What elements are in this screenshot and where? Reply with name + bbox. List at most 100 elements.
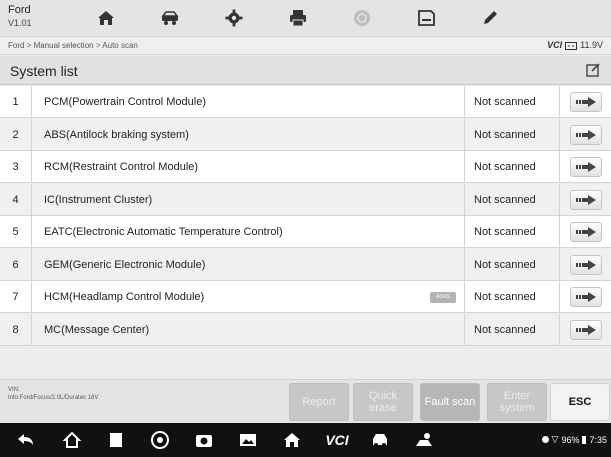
status-cell: Not scanned: [464, 183, 560, 216]
enter-system-arrow-button[interactable]: [570, 124, 602, 145]
system-row[interactable]: 2 ABS(Antilock braking system) Not scanned: [0, 118, 611, 151]
vci-label: VCI: [547, 40, 563, 50]
enter-system-arrow-button[interactable]: [570, 222, 602, 242]
status-cell: Not scanned: [464, 248, 560, 281]
vehicle-swap-icon: [161, 11, 179, 25]
notification-dot-icon: [541, 436, 549, 443]
arrow-right-icon: [576, 129, 596, 140]
system-name: MC(Message Center): [44, 323, 150, 336]
vehicle-nav-button[interactable]: [368, 429, 392, 451]
enter-system-arrow-button[interactable]: [570, 157, 602, 177]
system-row[interactable]: 5 EATC(Electronic Automatic Temperature C…: [0, 216, 611, 248]
enter-system-arrow-button[interactable]: [570, 189, 602, 210]
vci-voltage: 11.9V: [580, 40, 603, 50]
vehicle-swap-button[interactable]: [148, 0, 192, 36]
app-version: V1.01: [8, 18, 32, 28]
row-index: 1: [0, 86, 32, 118]
breadcrumb-bar: Ford > Manual selection > Auto scan VCI …: [0, 37, 611, 55]
scan-status: Not scanned: [474, 193, 536, 206]
enter-system-arrow-button[interactable]: [570, 254, 602, 275]
status-cell: Not scanned: [464, 118, 560, 151]
arrow-right-icon: [576, 292, 596, 302]
battery-voltage-icon: [565, 41, 578, 50]
quick-erase-button[interactable]: Quick erase: [353, 383, 413, 421]
save-icon: [418, 10, 435, 26]
image-nav-button[interactable]: [236, 429, 260, 451]
home-icon: [284, 433, 300, 447]
home-icon: [98, 11, 114, 25]
system-row[interactable]: 7 HCM(Headlamp Control Module) ADAS Not sca…: [0, 281, 611, 313]
fault-scan-button[interactable]: Fault scan: [420, 383, 480, 421]
home-nav-button[interactable]: [60, 429, 84, 451]
scan-status: Not scanned: [474, 96, 536, 108]
row-index: 6: [0, 248, 32, 281]
status-cell: Not scanned: [464, 151, 560, 183]
status-cell: Not scanned: [464, 86, 560, 118]
enter-system-button[interactable]: Enter system: [487, 383, 547, 421]
system-row[interactable]: 8 MC(Message Center) Not scanned: [0, 313, 611, 346]
scan-status: Not scanned: [474, 161, 536, 173]
scan-status: Not scanned: [474, 323, 536, 336]
system-row[interactable]: 1 PCM(Powertrain Control Module) Not scann…: [0, 86, 611, 118]
system-name: ABS(Antilock braking system): [44, 128, 189, 141]
enter-system-arrow-button[interactable]: [570, 287, 602, 307]
system-name: HCM(Headlamp Control Module): [44, 291, 205, 303]
print-icon: [290, 10, 306, 27]
section-title: System list: [10, 63, 78, 79]
row-index: 4: [0, 183, 32, 216]
action-bar: VIN: Info:Ford/Focus/2.0L/Duratec 16V Re…: [0, 379, 611, 423]
report-button[interactable]: Report: [289, 383, 349, 421]
back-nav-button[interactable]: [14, 429, 38, 451]
settings-button[interactable]: [212, 0, 256, 36]
system-name: GEM(Generic Electronic Module): [44, 258, 206, 271]
row-index: 2: [0, 118, 32, 151]
remote-support-button[interactable]: [412, 429, 436, 451]
system-row[interactable]: 3 RCM(Restraint Control Module) Not scanne…: [0, 151, 611, 183]
screenshot-nav-button[interactable]: [192, 429, 216, 451]
diagnostics-home-button[interactable]: [280, 429, 304, 451]
home-outline-icon: [62, 431, 82, 448]
arrow-right-icon: [576, 227, 596, 237]
system-row[interactable]: 6 GEM(Generic Electronic Module) Not scann…: [0, 248, 611, 281]
esc-button[interactable]: ESC: [550, 383, 610, 421]
top-toolbar: Ford V1.01: [0, 0, 611, 37]
android-nav-bar: VCI ▽ 96% 7:35: [0, 423, 611, 457]
vehicle-info-text: Info:Ford/Focus/2.0L/Duratec 16V: [8, 395, 99, 401]
system-row[interactable]: 4 IC(Instrument Cluster) Not scanned: [0, 183, 611, 216]
vci-status: VCI 11.9V: [547, 40, 603, 50]
home-button[interactable]: [84, 0, 128, 36]
edit-button[interactable]: [468, 0, 512, 36]
settings-gear-icon: [225, 9, 243, 27]
brand-name: Ford: [8, 4, 31, 16]
edit-pen-icon: [484, 11, 497, 24]
enter-system-arrow-button[interactable]: [570, 319, 602, 340]
print-button[interactable]: [276, 0, 320, 36]
android-status-area: ▽ 96% 7:35: [541, 434, 607, 445]
vehicle-info: VIN: Info:Ford/Focus/2.0L/Duratec 16V: [8, 386, 98, 402]
help-button[interactable]: [340, 0, 384, 36]
wifi-icon: ▽: [551, 434, 559, 444]
arrow-right-icon: [576, 97, 596, 107]
row-index: 3: [0, 151, 32, 183]
battery-icon: [582, 435, 587, 444]
scan-status: Not scanned: [474, 258, 536, 271]
vin-label: VIN:: [8, 387, 20, 393]
arrow-right-icon: [576, 259, 596, 270]
status-cell: Not scanned: [464, 216, 560, 248]
scan-status: Not scanned: [474, 128, 536, 141]
browser-nav-button[interactable]: [148, 429, 172, 451]
system-name: EATC(Electronic Automatic Temperature Co…: [44, 226, 283, 238]
help-icon: [354, 10, 370, 26]
back-arrow-icon: [18, 434, 33, 445]
save-button[interactable]: [404, 0, 448, 36]
breadcrumb: Ford > Manual selection > Auto scan: [8, 41, 138, 50]
vci-nav-button[interactable]: VCI: [320, 429, 354, 451]
row-index: 5: [0, 216, 32, 248]
system-name: RCM(Restraint Control Module): [44, 161, 199, 173]
enter-system-arrow-button[interactable]: [570, 92, 602, 112]
adas-badge: ADAS: [430, 292, 456, 303]
edit-icon[interactable]: [585, 62, 601, 78]
recent-apps-button[interactable]: [104, 429, 128, 451]
row-index: 8: [0, 313, 32, 346]
vci-nav-label: VCI: [325, 432, 349, 448]
